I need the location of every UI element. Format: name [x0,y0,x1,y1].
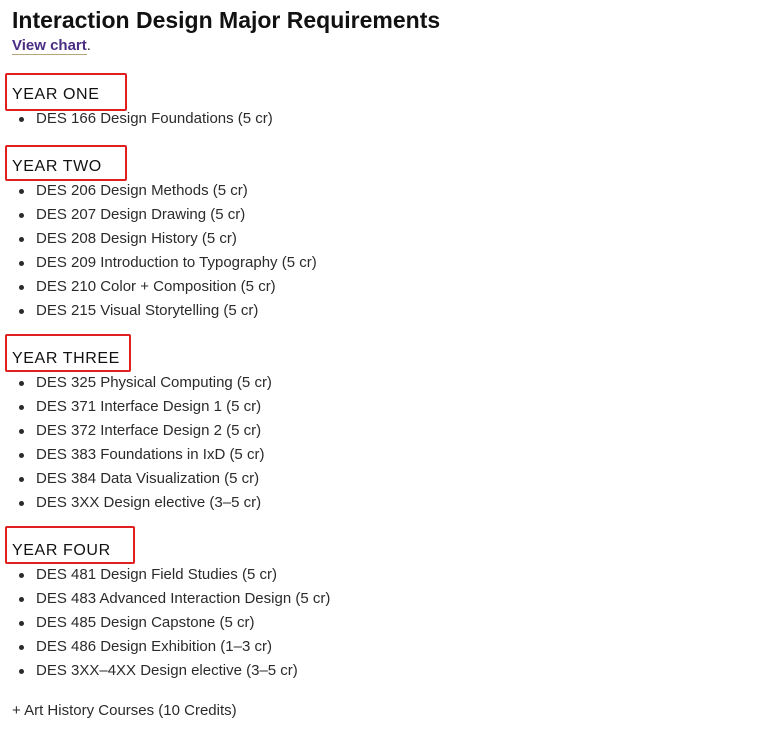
course-label: DES 485 Design Capstone (5 cr) [36,614,255,631]
bullet-icon [19,477,24,482]
course-list-item: DES 372 Interface Design 2 (5 cr) [12,419,272,443]
year-four-course-list: DES 481 Design Field Studies (5 cr) DES … [12,563,330,683]
course-label: DES 206 Design Methods (5 cr) [36,182,248,199]
bullet-icon [19,285,24,290]
course-list-item: DES 207 Design Drawing (5 cr) [12,203,317,227]
bullet-icon [19,189,24,194]
course-list-item: DES 371 Interface Design 1 (5 cr) [12,395,272,419]
course-list-item: DES 215 Visual Storytelling (5 cr) [12,299,317,323]
course-label: DES 215 Visual Storytelling (5 cr) [36,302,259,319]
year-four-heading: YEAR FOUR [12,542,111,559]
course-label: DES 481 Design Field Studies (5 cr) [36,566,277,583]
year-two-course-list: DES 206 Design Methods (5 cr) DES 207 De… [12,179,317,323]
bullet-icon [19,453,24,458]
year-one-heading: YEAR ONE [12,86,100,103]
bullet-icon [19,213,24,218]
course-list-item: DES 325 Physical Computing (5 cr) [12,371,272,395]
bullet-icon [19,381,24,386]
course-label: DES 210 Color + Composition (5 cr) [36,278,276,295]
course-label: DES 372 Interface Design 2 (5 cr) [36,422,262,439]
bullet-icon [19,621,24,626]
course-label: DES 383 Foundations in IxD (5 cr) [36,446,265,463]
year-one-course-list: DES 166 Design Foundations (5 cr) [12,107,273,131]
course-label: DES 486 Design Exhibition (1–3 cr) [36,638,272,655]
bullet-icon [19,429,24,434]
view-chart-suffix: . [86,37,91,54]
bullet-icon [19,309,24,314]
view-chart-line: View chart. [12,36,91,56]
course-list-item: DES 384 Data Visualization (5 cr) [12,467,272,491]
course-label: DES 208 Design History (5 cr) [36,230,237,247]
course-list-item: DES 209 Introduction to Typography (5 cr… [12,251,317,275]
course-list-item: DES 210 Color + Composition (5 cr) [12,275,317,299]
bullet-icon [19,117,24,122]
course-label: DES 371 Interface Design 1 (5 cr) [36,398,262,415]
bullet-icon [19,597,24,602]
course-list-item: DES 208 Design History (5 cr) [12,227,317,251]
course-label: DES 325 Physical Computing (5 cr) [36,374,272,391]
year-three-heading: YEAR THREE [12,350,120,367]
course-list-item: DES 206 Design Methods (5 cr) [12,179,317,203]
bullet-icon [19,669,24,674]
course-list-item: DES 3XX Design elective (3–5 cr) [12,491,272,515]
year-two-heading: YEAR TWO [12,158,102,175]
course-label: DES 166 Design Foundations (5 cr) [36,110,273,127]
course-list-item: DES 483 Advanced Interaction Design (5 c… [12,587,330,611]
bullet-icon [19,261,24,266]
course-list-item: DES 166 Design Foundations (5 cr) [12,107,273,131]
course-label: DES 384 Data Visualization (5 cr) [36,470,260,487]
bullet-icon [19,405,24,410]
course-label: DES 207 Design Drawing (5 cr) [36,206,246,223]
bullet-icon [19,573,24,578]
year-three-course-list: DES 325 Physical Computing (5 cr) DES 37… [12,371,272,515]
view-chart-link[interactable]: View chart [12,37,87,55]
course-list-item: DES 486 Design Exhibition (1–3 cr) [12,635,330,659]
course-label: DES 3XX Design elective (3–5 cr) [36,494,262,511]
course-label: DES 3XX–4XX Design elective (3–5 cr) [36,662,298,679]
bullet-icon [19,237,24,242]
art-history-toggle[interactable]: + Art History Courses (10 Credits) [12,701,237,721]
course-list-item: DES 3XX–4XX Design elective (3–5 cr) [12,659,330,683]
course-label: DES 483 Advanced Interaction Design (5 c… [36,590,331,607]
course-label: DES 209 Introduction to Typography (5 cr… [36,254,317,271]
bullet-icon [19,501,24,506]
course-list-item: DES 485 Design Capstone (5 cr) [12,611,330,635]
page-title: Interaction Design Major Requirements [12,7,441,33]
course-list-item: DES 383 Foundations in IxD (5 cr) [12,443,272,467]
bullet-icon [19,645,24,650]
course-list-item: DES 481 Design Field Studies (5 cr) [12,563,330,587]
